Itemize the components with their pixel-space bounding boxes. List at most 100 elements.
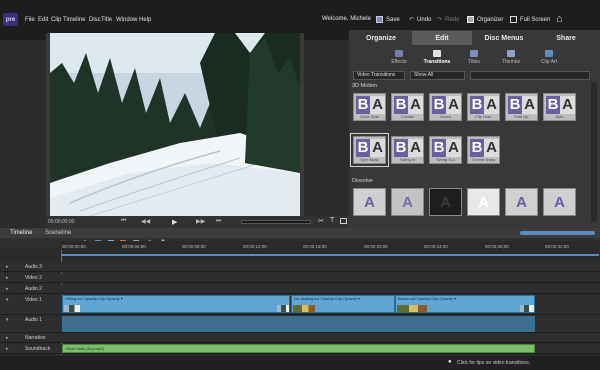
menu-edit[interactable]: Edit <box>38 17 48 23</box>
transition-tile[interactable]: B A Swing In <box>391 136 424 164</box>
subtab-themes-label: Themes <box>501 59 521 65</box>
transition-tile[interactable]: B A Cube Spin <box>353 93 386 121</box>
save-button[interactable]: Save <box>376 16 400 23</box>
app-logo: pre <box>3 13 18 26</box>
subtab-themes[interactable]: Themes <box>494 50 528 65</box>
subtab-clip-art[interactable]: Clip Art <box>532 50 566 65</box>
subtab-transitions[interactable]: Transitions <box>420 50 454 65</box>
section-3d-motion: 3D Motion <box>352 83 378 89</box>
transition-tile[interactable]: B A Flip Over <box>467 93 500 121</box>
ruler-tick: 00;00;24;00 <box>424 244 448 249</box>
forward-icon[interactable]: ▶▶ <box>196 218 205 225</box>
video-clip[interactable]: Beach.avi Opacity:Clip Opacity ▾ <box>395 295 535 313</box>
section-dissolve: Dissolve <box>352 178 373 184</box>
filter-dropdown[interactable]: Show All <box>410 71 465 80</box>
video-preview[interactable] <box>50 33 300 216</box>
effects-icon <box>395 50 403 57</box>
step-back-icon[interactable]: ⏮ <box>121 218 126 225</box>
transitions-icon <box>433 50 441 57</box>
undo-label: Undo <box>417 16 432 23</box>
play-button[interactable]: ▶ <box>172 218 177 226</box>
track-audio-2: ▸ Audio 2 <box>0 284 600 294</box>
scrub-bar[interactable] <box>241 220 311 224</box>
tab-organize[interactable]: Organize <box>352 31 410 45</box>
ruler-tick: 00;00;20;00 <box>364 244 388 249</box>
transition-tile[interactable]: B A Doors <box>429 93 462 121</box>
clip-thumbnail <box>293 305 315 312</box>
dissolve-tile[interactable]: A <box>391 188 424 216</box>
tab-disc-menus[interactable]: Disc Menus <box>474 31 534 45</box>
dissolve-tile[interactable]: A <box>505 188 538 216</box>
subtab-titles[interactable]: Titles <box>457 50 491 65</box>
tasks-scrollbar[interactable] <box>591 82 597 222</box>
zoom-slider[interactable] <box>520 231 595 235</box>
dissolve-tile[interactable]: A <box>429 188 462 216</box>
menu-clip[interactable]: Clip <box>51 17 61 23</box>
clip-art-icon <box>545 50 553 57</box>
tab-sceneline[interactable]: Sceneline <box>45 230 71 236</box>
menu-title[interactable]: Title <box>101 17 112 23</box>
menu-window[interactable]: Window <box>116 17 137 23</box>
track-narration: ▸ Narration <box>0 333 600 343</box>
step-forward-icon[interactable]: ⏭ <box>216 218 221 225</box>
undo-button[interactable]: ↶ Undo <box>409 16 432 24</box>
rewind-icon[interactable]: ◀◀ <box>141 218 150 225</box>
redo-icon: ↷ <box>437 17 443 23</box>
menu-timeline[interactable]: Timeline <box>63 17 85 23</box>
transition-tile[interactable]: B A Swing Out <box>429 136 462 164</box>
category-dropdown[interactable]: Video Transitions <box>353 71 405 80</box>
dissolve-tile[interactable]: A <box>353 188 386 216</box>
monitor-controls: 00;00;00;00 ⏮ ◀◀ ▶ ▶▶ ⏭ ✂ T <box>46 216 350 228</box>
tab-share[interactable]: Share <box>536 31 596 45</box>
split-clip-icon[interactable]: ✂ <box>318 217 324 225</box>
transition-tile-selected[interactable]: B A Spin Away <box>350 133 389 167</box>
subtab-transitions-label: Transitions <box>423 59 451 65</box>
fullscreen-label: Full Screen <box>520 16 551 23</box>
timeline-header: Timeline Sceneline <box>0 228 600 238</box>
clip-thumbnail <box>397 305 427 312</box>
monitor-timecode: 00;00;00;00 <box>48 219 75 225</box>
subtab-titles-label: Titles <box>468 59 480 65</box>
audio-clip[interactable] <box>62 316 535 332</box>
dissolve-tile[interactable]: A <box>467 188 500 216</box>
transition-tile[interactable]: B A Fold Up <box>505 93 538 121</box>
menu-file[interactable]: File <box>25 17 35 23</box>
work-area-bar[interactable] <box>62 254 599 256</box>
redo-button[interactable]: ↷ Redo <box>437 16 460 24</box>
home-icon[interactable]: ⌂ <box>556 13 568 25</box>
titles-icon <box>470 50 478 57</box>
clip-thumbnail <box>520 305 534 312</box>
subtab-effects[interactable]: Effects <box>382 50 416 65</box>
ruler-tick: 00;00;12;00 <box>243 244 267 249</box>
ruler-tick: 00;00;08;00 <box>182 244 206 249</box>
menu-disc[interactable]: Disc <box>89 17 101 23</box>
track-audio-3: ▸ Audio 3 <box>0 262 600 272</box>
video-clip[interactable]: Ice skating.avi Opacity:Clip Opacity ▾ <box>291 295 395 313</box>
transition-tile[interactable]: B A Curtain <box>391 93 424 121</box>
snow-scene-image <box>50 33 300 216</box>
tab-timeline[interactable]: Timeline <box>10 230 32 236</box>
ruler-tick: 00;00;32;00 <box>545 244 569 249</box>
save-label: Save <box>386 16 400 23</box>
undo-icon: ↶ <box>409 17 415 23</box>
snapshot-icon[interactable] <box>340 218 347 224</box>
timeline-ruler[interactable]: 00;00;00;00 00;00;04;00 00;00;08;00 00;0… <box>60 241 600 255</box>
clip-thumbnail <box>277 305 289 312</box>
track-video-2: ▸ Video 2 <box>0 273 600 283</box>
ruler-tick: 00;00;16;00 <box>303 244 327 249</box>
fullscreen-button[interactable]: Full Screen <box>510 16 550 23</box>
search-input[interactable] <box>470 71 590 80</box>
soundtrack-clip[interactable]: River Walk (Dry.mp3) <box>62 344 535 353</box>
redo-label: Redo <box>445 16 460 23</box>
title-icon[interactable]: T <box>330 217 334 224</box>
menu-help[interactable]: Help <box>139 17 151 23</box>
video-clip[interactable]: Hiking.avi Opacity:Clip Opacity ▾ <box>62 295 290 313</box>
transition-tile[interactable]: B A Spin <box>543 93 576 121</box>
fullscreen-icon <box>510 16 517 23</box>
dissolve-tile[interactable]: A <box>543 188 576 216</box>
tab-edit[interactable]: Edit <box>412 31 472 45</box>
organizer-button[interactable]: Organizer <box>467 16 503 23</box>
transition-tile[interactable]: B A Tumble Away <box>467 136 500 164</box>
status-hint[interactable]: Click for tips on video transitions. <box>457 360 530 366</box>
subtab-clip-art-label: Clip Art <box>540 59 558 65</box>
